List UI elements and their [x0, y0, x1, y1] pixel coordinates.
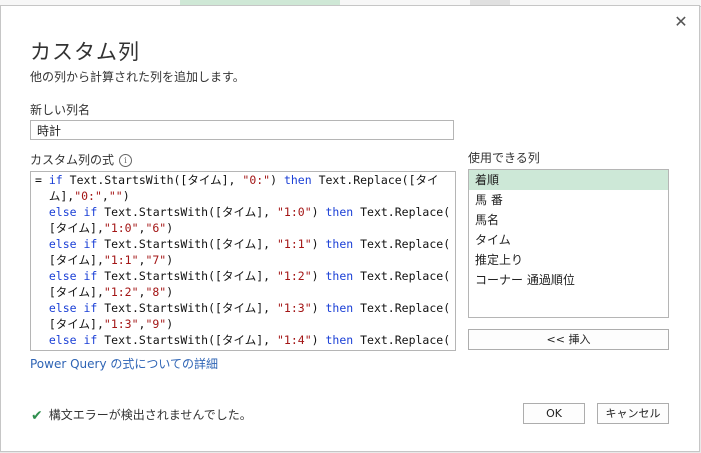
formula-text: ) — [166, 253, 174, 267]
formula-string: "1:2" — [277, 269, 312, 283]
available-columns-list[interactable]: 着順馬 番馬名 タイム 推定上り コーナー 通過順位 — [468, 169, 669, 318]
dialog-description: 他の列から計算された列を追加します。 — [30, 70, 245, 84]
dialog-title: カスタム列 — [30, 40, 140, 64]
formula-keyword: else if — [48, 237, 98, 251]
formula-text — [35, 237, 49, 251]
formula-text: Text.Replace([タイ — [311, 173, 439, 187]
available-columns-label: 使用できる列 — [468, 151, 540, 165]
insert-button[interactable]: << 挿入 — [468, 329, 669, 350]
formula-string: "1:4" — [277, 333, 312, 347]
formula-string: "1:0" — [103, 221, 139, 235]
formula-string: "1:1" — [103, 253, 139, 267]
formula-text: ム], — [35, 189, 75, 203]
formula-line: else if Text.StartsWith([タイム], "1:0") th… — [31, 204, 455, 220]
available-column-item[interactable]: 推定上り — [469, 250, 668, 270]
formula-keyword: then — [325, 205, 354, 219]
formula-line: [タイム],"1:2","8") — [31, 284, 455, 300]
formula-line: [タイム],"1:0","6") — [31, 220, 455, 236]
formula-string: "9" — [145, 317, 167, 331]
formula-text: ) — [270, 173, 284, 187]
formula-text: [タイム], — [35, 317, 104, 331]
formula-label: カスタム列の式 — [30, 153, 115, 167]
cancel-button[interactable]: キャンセル — [597, 403, 669, 424]
formula-editor[interactable]: = if Text.StartsWith([タイム], "0:") then T… — [30, 171, 456, 351]
formula-line: else if Text.StartsWith([タイム], "1:4") th… — [31, 332, 455, 348]
formula-line: else if Text.StartsWith([タイム], "1:2") th… — [31, 268, 455, 284]
formula-text: Text.StartsWith([タイム], — [97, 333, 277, 347]
formula-keyword: then — [325, 301, 354, 315]
formula-text: Text.StartsWith([タイム], — [97, 237, 277, 251]
formula-text: Text.Replace( — [353, 301, 451, 315]
available-column-item[interactable]: コーナー 通過順位 — [469, 270, 668, 290]
formula-text — [35, 333, 49, 347]
formula-text: ) — [311, 205, 326, 219]
formula-string: "1:0" — [277, 205, 312, 219]
available-column-item[interactable]: 馬 番 — [469, 190, 668, 210]
formula-string: "0:" — [242, 173, 271, 187]
formula-keyword: then — [325, 333, 354, 347]
formula-string: "1:3" — [277, 301, 312, 315]
formula-text: ) — [311, 269, 326, 283]
formula-string: "1:3" — [103, 317, 139, 331]
formula-keyword: then — [283, 173, 312, 187]
formula-string: "1:1" — [277, 237, 312, 251]
formula-string: "8" — [145, 285, 167, 299]
available-column-item[interactable]: タイム — [469, 230, 668, 250]
formula-text — [35, 205, 49, 219]
formula-text: ) — [166, 221, 174, 235]
formula-text: Text.StartsWith([タイム], — [97, 301, 277, 315]
formula-keyword: then — [325, 269, 354, 283]
formula-keyword: else if — [48, 301, 98, 315]
new-column-name-input[interactable] — [30, 120, 454, 140]
formula-line: else if Text.StartsWith([タイム], "1:3") th… — [31, 300, 455, 316]
formula-text: Text.StartsWith([タイム], — [62, 173, 243, 187]
formula-text: [タイム], — [35, 285, 104, 299]
formula-keyword: if — [48, 173, 63, 187]
formula-string: "0:" — [74, 189, 102, 203]
formula-text: ) — [311, 301, 326, 315]
formula-label-row: カスタム列の式 i — [30, 151, 133, 168]
formula-text: Text.Replace( — [353, 237, 451, 251]
syntax-status: ✔ 構文エラーが検出されませんでした。 — [31, 406, 252, 424]
formula-text: Text.Replace( — [353, 333, 451, 347]
formula-string: "" — [108, 189, 123, 203]
formula-text: Text.Replace( — [353, 205, 451, 219]
formula-text: Text.StartsWith([タイム], — [97, 205, 277, 219]
formula-keyword: else if — [48, 333, 98, 347]
formula-line: [タイム],"1:3","9") — [31, 316, 455, 332]
formula-keyword: then — [325, 237, 354, 251]
available-column-item[interactable]: 着順 — [469, 170, 668, 190]
formula-string: "6" — [145, 221, 167, 235]
formula-string: "7" — [145, 253, 167, 267]
formula-line: [タイム],"1:1","7") — [31, 252, 455, 268]
formula-text — [35, 301, 49, 315]
formula-text: ) — [311, 237, 326, 251]
check-icon: ✔ — [31, 408, 43, 424]
formula-text: , — [101, 189, 109, 203]
close-icon[interactable]: ✕ — [671, 12, 691, 32]
formula-text: [タイム], — [35, 253, 104, 267]
formula-line: = if Text.StartsWith([タイム], "0:") then T… — [31, 172, 455, 188]
formula-text — [35, 269, 49, 283]
formula-string: "1:2" — [103, 285, 139, 299]
info-icon[interactable]: i — [119, 154, 133, 167]
power-query-formula-help-link[interactable]: Power Query の式についての詳細 — [30, 355, 218, 372]
formula-text: Text.Replace( — [353, 269, 451, 283]
formula-text: [タイム], — [35, 221, 104, 235]
formula-text: ) — [166, 285, 174, 299]
formula-keyword: else if — [48, 269, 98, 283]
ok-button[interactable]: OK — [523, 403, 585, 424]
available-column-item[interactable]: 馬名 — [469, 210, 668, 230]
formula-text: ) — [311, 333, 326, 347]
formula-text: ) — [166, 317, 174, 331]
custom-column-dialog: ✕ カスタム列 他の列から計算された列を追加します。 新しい列名 カスタム列の式… — [0, 5, 700, 452]
formula-text: Text.StartsWith([タイム], — [97, 269, 277, 283]
formula-line: ム],"0:","") — [31, 188, 455, 204]
syntax-status-text: 構文エラーが検出されませんでした。 — [48, 408, 252, 422]
formula-keyword: else if — [48, 205, 98, 219]
formula-text: = — [35, 173, 49, 187]
formula-text: ) — [122, 189, 130, 203]
new-column-name-label: 新しい列名 — [30, 103, 91, 117]
formula-line: else if Text.StartsWith([タイム], "1:1") th… — [31, 236, 455, 252]
